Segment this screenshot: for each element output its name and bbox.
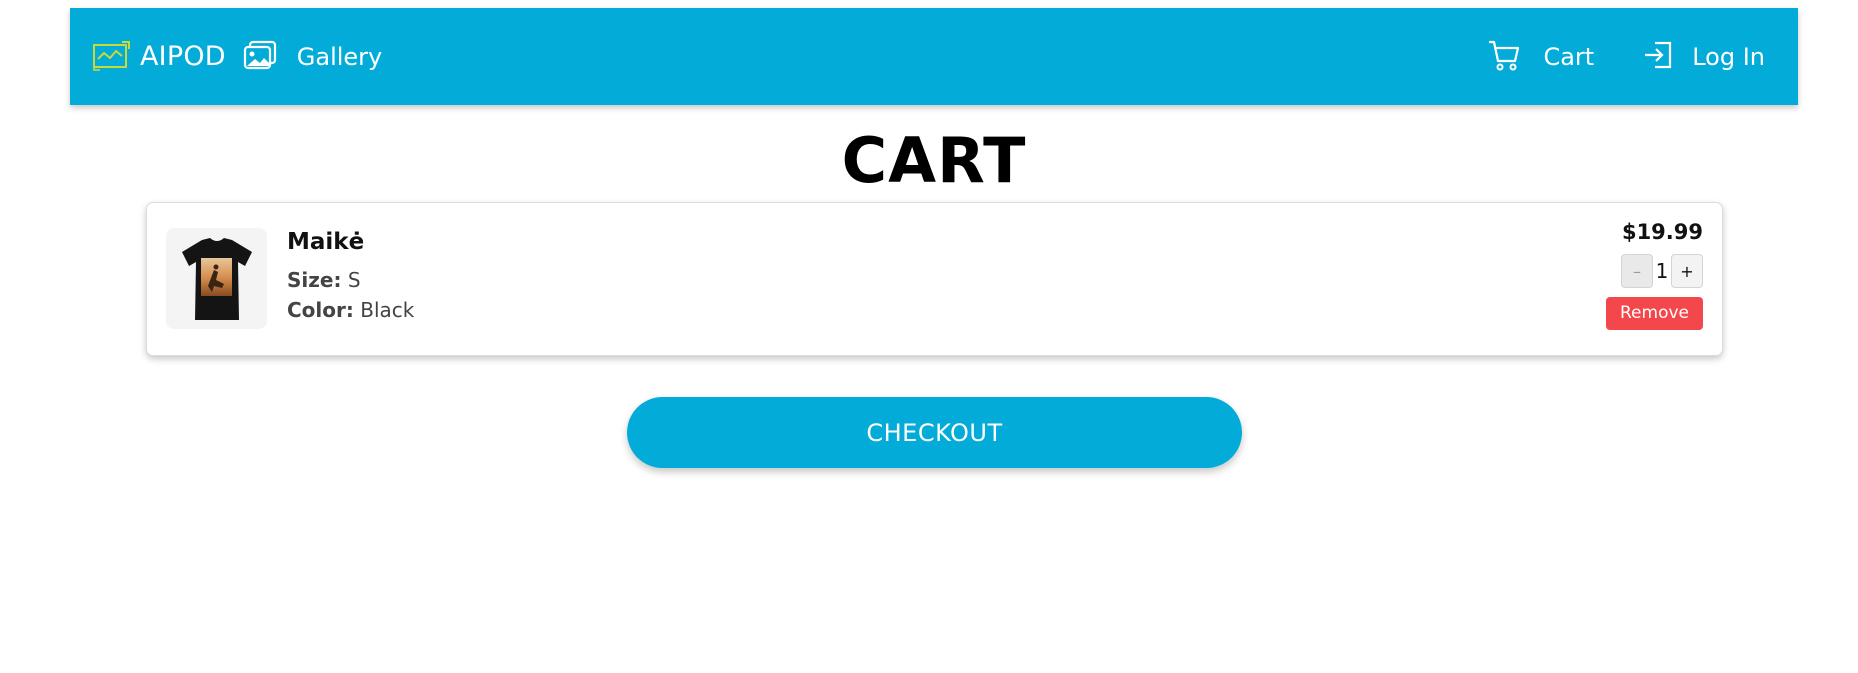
quantity-stepper: – 1 + bbox=[1503, 254, 1703, 288]
product-thumbnail bbox=[166, 228, 267, 329]
top-navbar: AIPOD Gallery Cart Log In bbox=[70, 8, 1798, 105]
black-tshirt-image bbox=[181, 237, 252, 320]
nav-left-group: AIPOD Gallery bbox=[92, 8, 382, 105]
nav-gallery-label: Gallery bbox=[296, 42, 383, 71]
color-label: Color: bbox=[287, 298, 354, 322]
nav-login-link[interactable]: Log In bbox=[1642, 40, 1765, 74]
page-title: CART bbox=[841, 124, 1027, 197]
item-price: $19.99 bbox=[1621, 220, 1703, 244]
price-controls: $19.99 – 1 + Remove bbox=[1503, 220, 1703, 330]
nav-right-group: Cart Log In bbox=[1487, 8, 1765, 105]
color-value: Black bbox=[360, 298, 415, 322]
decrement-button[interactable]: – bbox=[1621, 254, 1653, 288]
quantity-value: 1 bbox=[1655, 259, 1669, 283]
product-name: Maikė bbox=[287, 229, 365, 255]
nav-login-label: Log In bbox=[1692, 42, 1765, 71]
product-color-row: Color: Black bbox=[287, 295, 414, 325]
remove-button[interactable]: Remove bbox=[1606, 297, 1703, 330]
cart-icon bbox=[1487, 39, 1521, 75]
brand-label: AIPOD bbox=[140, 41, 226, 72]
brand-link[interactable]: AIPOD bbox=[92, 39, 226, 75]
nav-cart-label: Cart bbox=[1543, 42, 1595, 71]
checkout-button[interactable]: CHECKOUT bbox=[627, 397, 1242, 468]
nav-cart-link[interactable]: Cart bbox=[1487, 39, 1594, 75]
aipod-logo-icon bbox=[92, 39, 132, 75]
gallery-icon bbox=[243, 40, 277, 74]
product-size-row: Size: S bbox=[287, 265, 414, 295]
increment-button[interactable]: + bbox=[1671, 254, 1703, 288]
size-value: S bbox=[347, 268, 361, 292]
nav-gallery-link[interactable]: Gallery bbox=[243, 40, 382, 74]
size-label: Size: bbox=[287, 268, 342, 292]
product-info: Maikė Size: S Color: Black bbox=[287, 229, 414, 325]
login-icon bbox=[1642, 40, 1674, 74]
cart-item-card: Maikė Size: S Color: Black $19.99 – 1 + … bbox=[146, 202, 1723, 356]
